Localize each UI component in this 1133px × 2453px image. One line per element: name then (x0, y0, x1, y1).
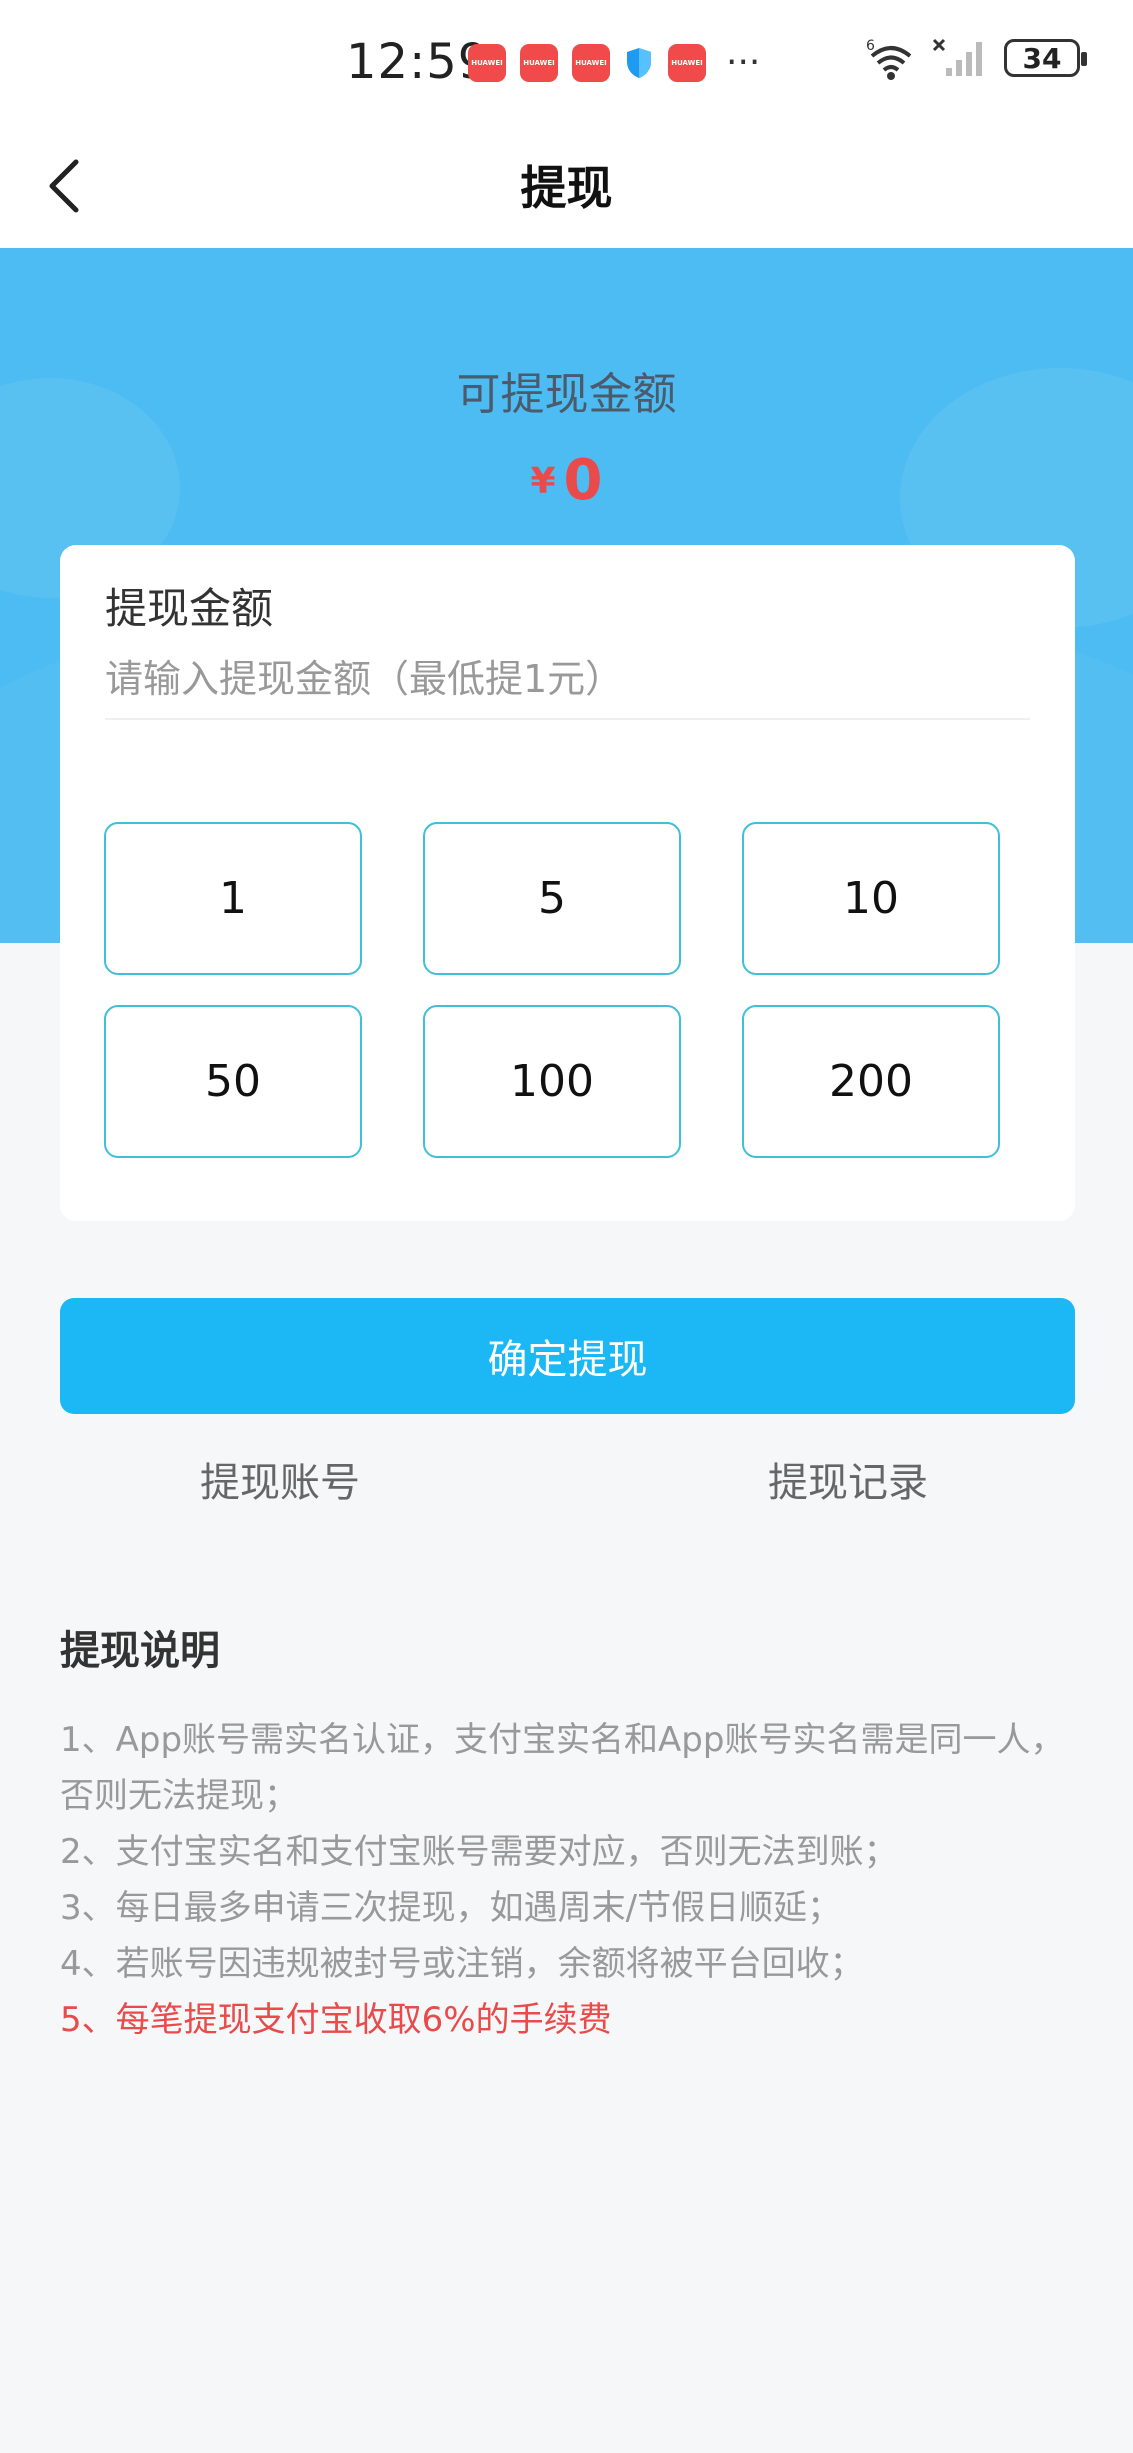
amount-option-50[interactable]: 50 (104, 1005, 362, 1158)
nav-bar: 提现 (0, 120, 1133, 248)
huawei-store-icon: HUAWEI (572, 44, 610, 82)
amount-option-100[interactable]: 100 (423, 1005, 681, 1158)
confirm-withdraw-button[interactable]: 确定提现 (60, 1298, 1075, 1414)
amount-option-1[interactable]: 1 (104, 822, 362, 975)
network-type-label: 6 (866, 38, 875, 54)
withdraw-account-link[interactable]: 提现账号 (200, 1450, 360, 1508)
available-balance-amount: ¥0 (0, 448, 1133, 513)
notification-icons: HUAWEI HUAWEI HUAWEI HUAWEI ··· (468, 44, 760, 82)
amount-option-200[interactable]: 200 (742, 1005, 1000, 1158)
currency-symbol: ¥ (530, 461, 556, 502)
note-item: 2、支付宝实名和支付宝账号需要对应，否则无法到账； (60, 1832, 898, 1872)
note-item: 3、每日最多申请三次提现，如遇周末/节假日顺延； (60, 1888, 842, 1928)
system-status: 6 34 (866, 36, 1087, 80)
amount-option-10[interactable]: 10 (742, 822, 1000, 975)
balance-value: 0 (563, 448, 603, 513)
more-notifications-icon: ··· (726, 42, 761, 83)
withdraw-notes-list: 1、App账号需实名认证，支付宝实名和App账号实名需是同一人，否则无法提现； … (60, 1712, 1070, 2048)
withdraw-amount-title: 提现金额 (105, 584, 274, 633)
page-title: 提现 (520, 161, 613, 215)
shield-icon (627, 48, 651, 78)
wifi-icon: 6 (866, 38, 912, 80)
note-item: 1、App账号需实名认证，支付宝实名和App账号实名需是同一人，否则无法提现； (60, 1720, 1065, 1816)
available-balance-label: 可提现金额 (456, 369, 677, 420)
battery-icon: 34 (1004, 39, 1087, 77)
withdraw-notes-title: 提现说明 (60, 1628, 220, 1674)
status-bar: 12:59 HUAWEI HUAWEI HUAWEI HUAWEI ··· 6 … (0, 0, 1133, 120)
huawei-store-icon: HUAWEI (520, 44, 558, 82)
note-item-fee: 5、每笔提现支付宝收取6%的手续费 (60, 2000, 612, 2040)
signal-icon (932, 38, 982, 76)
withdraw-amount-card: 提现金额 1 5 10 50 100 200 (60, 545, 1075, 1221)
huawei-store-icon: HUAWEI (668, 44, 706, 82)
withdraw-amount-input[interactable] (105, 640, 1030, 720)
withdraw-records-link[interactable]: 提现记录 (768, 1450, 928, 1508)
amount-option-5[interactable]: 5 (423, 822, 681, 975)
huawei-store-icon: HUAWEI (468, 44, 506, 82)
note-item: 4、若账号因违规被封号或注销，余额将被平台回收； (60, 1944, 864, 1984)
